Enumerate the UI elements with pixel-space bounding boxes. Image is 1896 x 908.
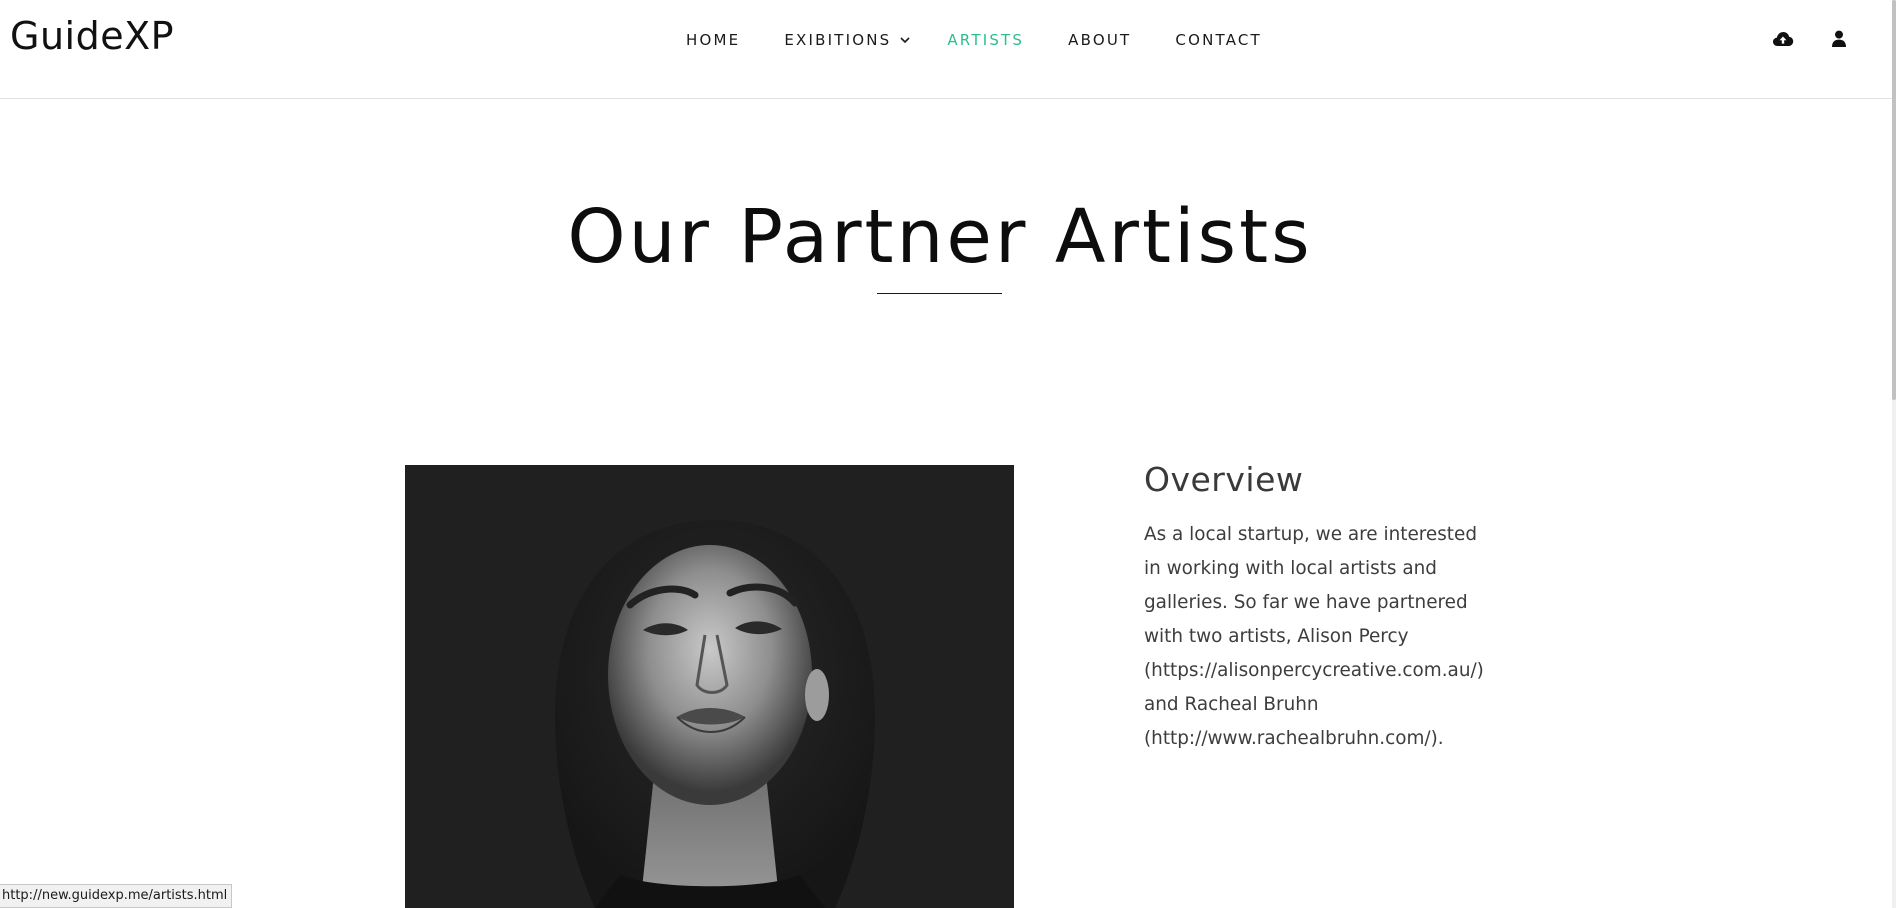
user-icon[interactable] [1826,26,1852,52]
chevron-down-icon [900,37,910,44]
main-nav: HOME EXIBITIONS ARTISTS ABOUT CONTACT [686,28,1306,52]
nav-artists[interactable]: ARTISTS [947,31,1024,49]
overview-text: As a local startup, we are interested in… [1144,518,1484,756]
overview-line: (http://www.rachealbruhn.com/). [1144,728,1444,749]
artist-portrait-image [405,465,1014,908]
vertical-scrollbar[interactable] [1892,0,1896,908]
status-bar-url: http://new.guidexp.me/artists.html [0,884,233,908]
overview-line: in working with local artists and [1144,558,1437,579]
title-underline [877,293,1002,294]
overview-line: (https://alisonpercycreative.com.au/) [1144,660,1484,681]
page-title: Our Partner Artists [567,194,1313,280]
overview-line: with two artists, Alison Percy [1144,626,1409,647]
nav-home-label: HOME [686,31,741,49]
nav-contact[interactable]: CONTACT [1175,31,1262,49]
nav-contact-label: CONTACT [1175,31,1262,49]
site-header: GuideXP HOME EXIBITIONS ARTISTS ABOUT CO… [0,0,1892,99]
overview-heading: Overview [1144,460,1304,499]
site-logo[interactable]: GuideXP [10,14,174,58]
nav-artists-label: ARTISTS [947,31,1025,49]
cloud-upload-icon[interactable] [1770,26,1796,52]
scrollbar-thumb[interactable] [1892,0,1896,400]
overview-line: As a local startup, we are interested [1144,524,1478,545]
overview-line: and Racheal Bruhn [1144,694,1319,715]
header-actions [1740,26,1852,52]
page: GuideXP HOME EXIBITIONS ARTISTS ABOUT CO… [0,0,1896,908]
nav-about-label: ABOUT [1068,31,1132,49]
nav-about[interactable]: ABOUT [1068,31,1131,49]
overview-line: galleries. So far we have partnered [1144,592,1468,613]
nav-exibitions-label: EXIBITIONS [784,31,892,49]
nav-exibitions-dropdown[interactable]: EXIBITIONS [784,31,911,49]
nav-home[interactable]: HOME [686,31,740,49]
